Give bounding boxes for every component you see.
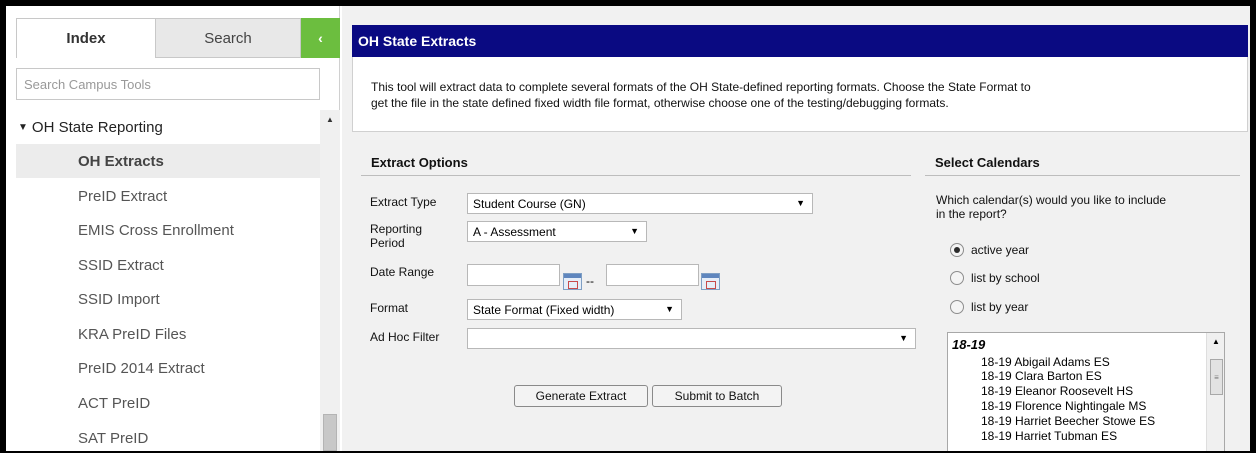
- date-range-end-input[interactable]: [606, 264, 699, 286]
- description-line-2: get the file in the state defined fixed …: [371, 96, 949, 110]
- sidebar-item-act-preid[interactable]: ACT PreID: [16, 386, 320, 420]
- extract-options-heading: Extract Options: [361, 150, 911, 176]
- radio-list-by-year[interactable]: list by year: [950, 298, 1028, 316]
- radio-label: list by year: [971, 300, 1029, 314]
- submit-to-batch-button[interactable]: Submit to Batch: [652, 385, 782, 407]
- ad-hoc-filter-select[interactable]: ▼: [467, 328, 916, 349]
- calendar-list-scroll-thumb[interactable]: ≡: [1210, 359, 1223, 395]
- date-range-start-input[interactable]: [467, 264, 560, 286]
- ad-hoc-filter-label: Ad Hoc Filter: [370, 330, 440, 344]
- radio-button[interactable]: [950, 271, 964, 285]
- calendar-question-line-2: in the report?: [936, 207, 1007, 221]
- sidebar-item-ssid-import[interactable]: SSID Import: [16, 282, 320, 316]
- radio-label: list by school: [971, 271, 1040, 285]
- scroll-up-arrow-icon[interactable]: ▲: [320, 112, 340, 126]
- sidebar-item-oh-extracts[interactable]: OH Extracts: [16, 144, 320, 178]
- calendar-question-line-1: Which calendar(s) would you like to incl…: [936, 193, 1167, 207]
- calendar-list-item[interactable]: 18-19 Clara Barton ES: [981, 369, 1102, 383]
- sidebar-item-emis-cross-enrollment[interactable]: EMIS Cross Enrollment: [16, 213, 320, 247]
- extract-type-label: Extract Type: [370, 195, 437, 209]
- reporting-period-label-line-1: Reporting: [370, 222, 423, 236]
- extract-type-value: Student Course (GN): [473, 196, 586, 211]
- app-frame: Index Search ‹ Search Campus Tools ▼ OH …: [6, 6, 1250, 451]
- select-calendars-heading: Select Calendars: [925, 150, 1240, 176]
- format-select[interactable]: State Format (Fixed width) ▼: [467, 299, 682, 320]
- sidebar-item-ssid-extract[interactable]: SSID Extract: [16, 248, 320, 282]
- dropdown-arrow-icon: ▼: [665, 304, 674, 314]
- format-value: State Format (Fixed width): [473, 302, 615, 317]
- reporting-period-label: Reporting Period: [370, 222, 422, 250]
- tools-tree: ▼ OH State Reporting OH Extracts PreID E…: [16, 110, 320, 451]
- reporting-period-select[interactable]: A - Assessment ▼: [467, 221, 647, 242]
- calendar-list-item[interactable]: 18-19 Harriet Tubman ES: [981, 429, 1117, 443]
- tree-group-label: OH State Reporting: [31, 118, 163, 136]
- radio-list-by-school[interactable]: list by school: [950, 269, 1040, 287]
- tab-index[interactable]: Index: [16, 18, 156, 58]
- caret-down-icon: ▼: [18, 121, 28, 133]
- calendar-icon[interactable]: [701, 273, 720, 290]
- sidebar-item-sat-preid[interactable]: SAT PreID: [16, 421, 320, 451]
- sidebar-item-preid-2014-extract[interactable]: PreID 2014 Extract: [16, 351, 320, 385]
- calendar-year-group: 18-19: [952, 337, 986, 352]
- dropdown-arrow-icon: ▼: [899, 333, 908, 343]
- tree-group-oh-state-reporting[interactable]: ▼ OH State Reporting: [18, 112, 163, 142]
- radio-active-year[interactable]: active year: [950, 241, 1029, 259]
- sidebar-scrollbar[interactable]: ▲: [320, 110, 340, 451]
- dropdown-arrow-icon: ▼: [796, 198, 805, 208]
- collapse-sidebar-button[interactable]: ‹: [301, 18, 340, 58]
- calendar-list-item[interactable]: 18-19 Harriet Beecher Stowe ES: [981, 414, 1155, 428]
- reporting-period-label-line-2: Period: [370, 236, 405, 250]
- sidebar-scroll-thumb[interactable]: [323, 414, 337, 451]
- sidebar-item-preid-extract[interactable]: PreID Extract: [16, 179, 320, 213]
- tool-description: This tool will extract data to complete …: [352, 57, 1248, 132]
- calendar-icon[interactable]: [563, 273, 582, 290]
- radio-button[interactable]: [950, 300, 964, 314]
- scroll-up-arrow-icon[interactable]: ▲: [1207, 337, 1224, 346]
- tab-search[interactable]: Search: [156, 18, 301, 58]
- sidebar: Index Search ‹ Search Campus Tools ▼ OH …: [6, 6, 340, 451]
- radio-label: active year: [971, 243, 1030, 257]
- main-panel: OH State Extracts This tool will extract…: [342, 6, 1250, 451]
- page-title: OH State Extracts: [352, 25, 1248, 57]
- search-campus-tools-input[interactable]: Search Campus Tools: [16, 68, 320, 100]
- extract-type-select[interactable]: Student Course (GN) ▼: [467, 193, 813, 214]
- calendar-list[interactable]: 18-19 18-19 Abigail Adams ES 18-19 Clara…: [947, 332, 1225, 451]
- calendar-list-item[interactable]: 18-19 Florence Nightingale MS: [981, 399, 1146, 413]
- date-range-label: Date Range: [370, 265, 435, 279]
- calendar-list-item[interactable]: 18-19 Eleanor Roosevelt HS: [981, 384, 1133, 398]
- generate-extract-button[interactable]: Generate Extract: [514, 385, 648, 407]
- dropdown-arrow-icon: ▼: [630, 226, 639, 236]
- reporting-period-value: A - Assessment: [473, 224, 556, 239]
- search-placeholder: Search Campus Tools: [24, 76, 151, 92]
- radio-button[interactable]: [950, 243, 964, 257]
- calendar-list-scrollbar[interactable]: ▲ ≡: [1206, 333, 1224, 451]
- sidebar-tabs: Index Search ‹: [6, 6, 340, 58]
- chevron-left-icon: ‹: [318, 30, 323, 46]
- description-line-1: This tool will extract data to complete …: [371, 80, 1031, 94]
- sidebar-item-kra-preid-files[interactable]: KRA PreID Files: [16, 317, 320, 351]
- calendar-list-item[interactable]: 18-19 Abigail Adams ES: [981, 355, 1110, 369]
- date-range-separator: --: [586, 274, 594, 288]
- format-label: Format: [370, 301, 409, 315]
- calendar-question: Which calendar(s) would you like to incl…: [936, 193, 1236, 221]
